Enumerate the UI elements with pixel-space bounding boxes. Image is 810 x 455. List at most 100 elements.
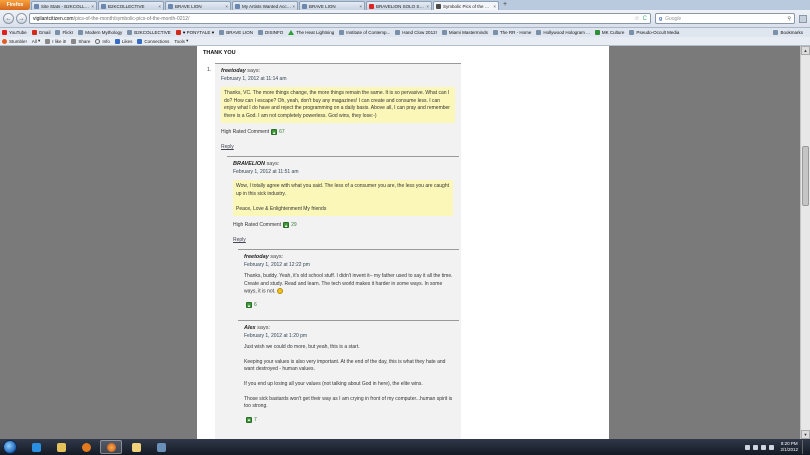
tab-brave-lion[interactable]: BRAVE LION × bbox=[165, 1, 231, 10]
comment-date[interactable]: February 1, 2012 at 12:22 pm bbox=[244, 262, 453, 268]
bookmark-disinfo[interactable]: DISINFO bbox=[257, 30, 283, 35]
bookmark-miami-masterminds[interactable]: Miami Masterminds bbox=[441, 30, 488, 35]
taskbar-internet-explorer[interactable] bbox=[25, 440, 47, 454]
tab-artists-wanted[interactable]: My Artists Wanted Account × bbox=[232, 1, 298, 10]
stumble-button[interactable]: Stumble! bbox=[2, 38, 27, 44]
taskbar-windows-explorer[interactable] bbox=[125, 440, 147, 454]
connections-button[interactable]: Connections bbox=[137, 38, 169, 44]
close-tab-icon[interactable]: × bbox=[225, 4, 228, 9]
windows-start-button[interactable] bbox=[3, 440, 17, 454]
likes-button[interactable]: Likes bbox=[114, 38, 132, 44]
bookmark-hollywood-hologram[interactable]: Hollywood Hologram ... bbox=[536, 30, 590, 35]
search-placeholder: Google bbox=[665, 15, 682, 22]
vertical-scrollbar[interactable]: ▲ ▼ bbox=[800, 46, 810, 439]
tab-site-stats[interactable]: Site Stats - B2KCOLLECTIVE — Wor...× bbox=[31, 1, 97, 10]
comment-number: 1. bbox=[207, 67, 212, 73]
windows-taskbar: 8:20 PM 2/1/2012 bbox=[0, 439, 810, 455]
tab-brave-lion-2[interactable]: BRAVE LION × bbox=[299, 1, 365, 10]
flag-icon[interactable] bbox=[769, 444, 775, 450]
volume-icon[interactable] bbox=[761, 444, 767, 450]
triangle-icon bbox=[288, 30, 295, 35]
back-button[interactable]: ← bbox=[3, 13, 14, 24]
tools-dropdown[interactable]: Tools ▾ bbox=[174, 38, 188, 44]
thumbs-up-icon[interactable]: ▲ bbox=[271, 129, 278, 136]
tab-b2kcollective[interactable]: B2KCOLLECTIVE × bbox=[98, 1, 164, 10]
reply-link[interactable]: Reply bbox=[221, 144, 234, 150]
bookmarks-menu[interactable]: Bookmarks bbox=[773, 30, 803, 35]
info-button[interactable]: Info bbox=[95, 38, 110, 44]
bookmark-brave-lion[interactable]: BRAVE LION bbox=[219, 30, 253, 35]
close-tab-icon[interactable]: × bbox=[158, 4, 161, 9]
bookmark-star-icon[interactable]: ☆ bbox=[634, 15, 639, 22]
bookmark-ponytale[interactable]: ♥ PONYTALE ♥ bbox=[175, 30, 214, 35]
tab-strip: Firefox Site Stats - B2KCOLLECTIVE — Wor… bbox=[0, 0, 810, 10]
firefox-menu-button[interactable]: Firefox bbox=[0, 0, 30, 10]
share-icon bbox=[71, 38, 77, 44]
bookmark-mk-culture[interactable]: MK Culture bbox=[594, 30, 624, 35]
close-tab-icon[interactable]: × bbox=[493, 4, 496, 9]
reload-icon[interactable]: C bbox=[643, 16, 647, 22]
comment-date[interactable]: February 1, 2012 at 1:20 pm bbox=[244, 333, 453, 339]
new-tab-button[interactable]: + bbox=[501, 1, 509, 9]
taskbar-app[interactable] bbox=[150, 440, 172, 454]
comment-date[interactable]: February 1, 2012 at 11:14 am bbox=[221, 76, 455, 82]
bookmark-hand-clow[interactable]: Hand Clow 2012! bbox=[395, 30, 437, 35]
thumbs-up-icon[interactable]: ▲ bbox=[246, 302, 252, 309]
youtube-icon bbox=[2, 30, 7, 35]
scroll-down-arrow-icon[interactable]: ▼ bbox=[801, 430, 810, 439]
reply-link[interactable]: Reply bbox=[233, 237, 246, 243]
scroll-up-arrow-icon[interactable]: ▲ bbox=[801, 46, 810, 55]
chevron-down-icon: ▾ bbox=[184, 38, 189, 43]
like-button[interactable]: I like it! bbox=[45, 38, 66, 44]
search-icon[interactable]: ⚲ bbox=[787, 16, 791, 22]
comment-date[interactable]: February 1, 2012 at 11:51 am bbox=[233, 169, 453, 175]
page-icon bbox=[127, 30, 133, 35]
comment-body: Thanks, VC. The more things change, the … bbox=[221, 87, 455, 124]
close-tab-icon[interactable]: × bbox=[359, 4, 362, 9]
firefox-icon bbox=[106, 442, 116, 452]
page-icon bbox=[395, 30, 401, 35]
network-icon[interactable] bbox=[753, 444, 759, 450]
taskbar-clock[interactable]: 8:20 PM 2/1/2012 bbox=[780, 441, 798, 453]
bookmark-gmail[interactable]: Gmail bbox=[31, 30, 50, 35]
page-icon bbox=[536, 30, 542, 35]
bookmarks-folder-icon bbox=[773, 30, 779, 35]
thumbs-up-icon[interactable]: ▲ bbox=[246, 416, 252, 423]
heart-icon bbox=[114, 38, 120, 44]
taskbar-firefox[interactable] bbox=[100, 440, 122, 454]
bookmark-flickr[interactable]: Flickr bbox=[55, 30, 73, 35]
show-desktop-button[interactable] bbox=[802, 440, 807, 454]
bookmark-modern-mythology[interactable]: Modern Mythology bbox=[78, 30, 122, 35]
page-icon bbox=[302, 3, 307, 9]
bookmark-pseudo-occult[interactable]: Pseudo-Occult Media bbox=[629, 30, 679, 35]
bookmark-heat-lightning[interactable]: The Heat Lightning bbox=[288, 30, 334, 35]
bookmark-youtube[interactable]: YouTube bbox=[2, 30, 27, 35]
url-bar[interactable]: vigilantcitizen.com/pics-of-the-month/sy… bbox=[29, 13, 651, 24]
tray-arrow-icon[interactable] bbox=[745, 444, 751, 450]
close-tab-icon[interactable]: × bbox=[292, 4, 295, 9]
url-domain: vigilantcitizen.com bbox=[33, 15, 74, 22]
taskbar-file-explorer[interactable] bbox=[50, 440, 72, 454]
scrollbar-thumb[interactable] bbox=[802, 146, 809, 206]
bookmark-rr-home[interactable]: The RR - Home bbox=[492, 30, 531, 35]
vigilant-citizen-icon bbox=[436, 3, 441, 9]
bookmark-b2kcollective[interactable]: B2KCOLLECTIVE bbox=[127, 30, 171, 35]
bookmark-institute[interactable]: Institute of Contemp... bbox=[339, 30, 390, 35]
home-icon[interactable] bbox=[799, 14, 807, 23]
close-tab-icon[interactable]: × bbox=[426, 4, 429, 9]
forward-button[interactable]: → bbox=[16, 13, 27, 24]
media-player-icon bbox=[81, 442, 91, 452]
all-dropdown[interactable]: All ▾ bbox=[32, 38, 41, 44]
taskbar-media-player[interactable] bbox=[75, 440, 97, 454]
comment-rating: ▲ 7 bbox=[246, 416, 257, 423]
page-viewport: THANK YOU 1. freetoday says: February 1,… bbox=[0, 46, 810, 439]
tab-symbolic-pics[interactable]: Symbolic Pics of the Month (02/12...× bbox=[433, 1, 499, 10]
page-content: THANK YOU 1. freetoday says: February 1,… bbox=[197, 46, 609, 439]
page-icon bbox=[78, 30, 84, 35]
google-icon[interactable]: g bbox=[659, 16, 662, 22]
thumbs-up-icon[interactable]: ▲ bbox=[283, 222, 290, 229]
share-button[interactable]: Share bbox=[71, 38, 90, 44]
close-tab-icon[interactable]: × bbox=[91, 4, 94, 9]
search-input[interactable]: g Google ⚲ bbox=[655, 13, 795, 24]
tab-bravelion-solo-show[interactable]: BRAVELION SOLO SHOW "HOUSE ...× bbox=[366, 1, 432, 10]
